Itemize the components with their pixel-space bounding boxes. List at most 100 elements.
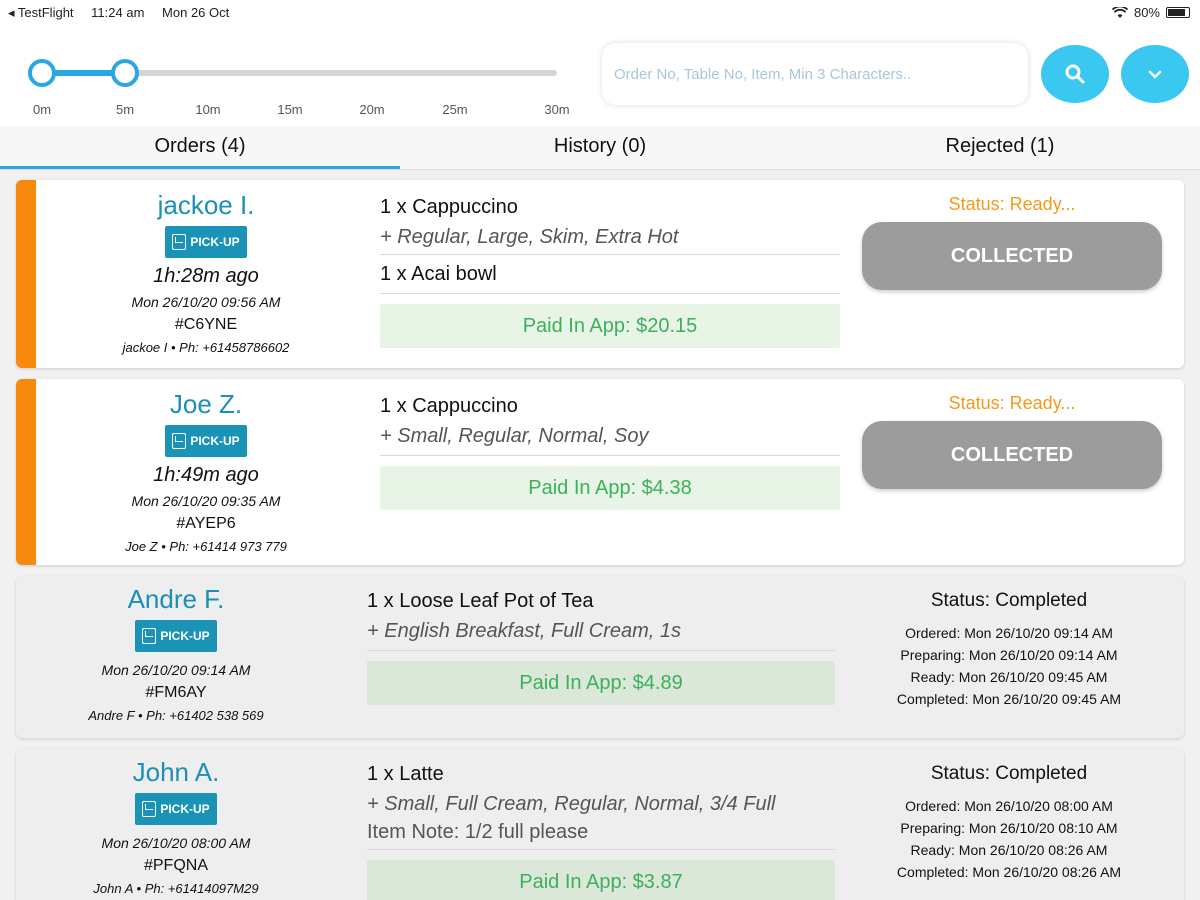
customer-info: Joe Z. PICK-UP 1h:49m ago Mon 26/10/20 0… — [56, 387, 356, 557]
order-items: 1 x Cappuccino + Regular, Large, Skim, E… — [380, 192, 840, 348]
battery-percent: 80% — [1133, 5, 1160, 20]
order-datetime: Mon 26/10/20 09:56 AM — [131, 294, 281, 310]
collected-button[interactable]: COLLECTED — [862, 222, 1162, 290]
order-status: Status: Completed Ordered: Mon 26/10/20 … — [859, 588, 1159, 710]
ios-status-bar: ◂ TestFlight 11:24 am Mon 26 Oct 80% — [0, 0, 1200, 26]
chevron-down-icon — [1148, 70, 1162, 79]
customer-name: Andre F. — [127, 584, 225, 614]
customer-info: Andre F. PICK-UP Mon 26/10/20 09:14 AM #… — [26, 582, 326, 726]
order-tabs: Orders (4) History (0) Rejected (1) — [0, 126, 1200, 170]
payment-summary: Paid In App: $4.38 — [380, 466, 840, 510]
order-code: #C6YNE — [174, 316, 238, 333]
payment-summary: Paid In App: $20.15 — [380, 304, 840, 348]
search-icon — [1065, 64, 1085, 84]
orders-list: jackoe I. PICK-UP 1h:28m ago Mon 26/10/2… — [0, 170, 1200, 900]
item-note: Item Note: 1/2 full please — [367, 821, 589, 843]
slider-tick-label: 0m — [32, 102, 52, 117]
search-button[interactable] — [1041, 45, 1109, 103]
status-text: Status: Ready... — [948, 194, 1076, 214]
customer-phone: jackoe I • Ph: +61458786602 — [122, 340, 290, 355]
slider-tick-label: 15m — [277, 102, 303, 117]
customer-name: jackoe I. — [157, 190, 255, 220]
status-text: Status: Completed — [930, 763, 1088, 784]
status-stripe — [16, 379, 36, 565]
timeline-entry: Preparing: Mon 26/10/20 08:10 AM — [900, 820, 1118, 836]
timeline-entry: Preparing: Mon 26/10/20 09:14 AM — [900, 647, 1118, 663]
order-card[interactable]: Andre F. PICK-UP Mon 26/10/20 09:14 AM #… — [16, 576, 1184, 738]
item-line: 1 x Loose Leaf Pot of Tea — [367, 590, 594, 612]
timeline-entry: Ordered: Mon 26/10/20 09:14 AM — [905, 625, 1113, 641]
wifi-icon — [1111, 6, 1128, 18]
status-text: Status: Completed — [930, 590, 1088, 611]
order-card[interactable]: John A. PICK-UP Mon 26/10/20 08:00 AM #P… — [16, 749, 1184, 900]
pickup-bag-icon — [172, 433, 187, 449]
order-card[interactable]: Joe Z. PICK-UP 1h:49m ago Mon 26/10/20 0… — [16, 379, 1184, 565]
customer-phone: Joe Z • Ph: +61414 973 779 — [125, 539, 287, 554]
tab-rejected[interactable]: Rejected (1) — [800, 126, 1200, 169]
tab-orders[interactable]: Orders (4) — [0, 126, 400, 169]
slider-tick-label: 10m — [195, 102, 221, 117]
order-datetime: Mon 26/10/20 09:35 AM — [131, 493, 281, 509]
slider-tick-label: 20m — [359, 102, 385, 117]
customer-name: Joe Z. — [169, 389, 243, 419]
filter-dropdown-button[interactable] — [1121, 45, 1189, 103]
timeline-entry: Completed: Mon 26/10/20 08:26 AM — [896, 864, 1122, 880]
pickup-badge: PICK-UP — [165, 425, 247, 457]
timeline-entry: Ordered: Mon 26/10/20 08:00 AM — [905, 798, 1113, 814]
pickup-bag-icon — [172, 234, 187, 250]
search-box — [602, 43, 1028, 105]
tab-history[interactable]: History (0) — [400, 126, 800, 169]
customer-phone: John A • Ph: +61414097M29 — [93, 881, 259, 896]
pickup-badge-label: PICK-UP — [190, 235, 240, 249]
item-divider — [380, 455, 840, 456]
pickup-badge: PICK-UP — [135, 620, 217, 652]
order-code: #FM6AY — [145, 684, 207, 701]
slider-tick-label: 30m — [544, 102, 570, 117]
timeline-entry: Completed: Mon 26/10/20 09:45 AM — [896, 691, 1122, 707]
customer-name: John A. — [132, 757, 220, 787]
back-to-testflight-link[interactable]: ◂ TestFlight — [8, 5, 74, 20]
item-line: 1 x Cappuccino — [380, 395, 518, 417]
status-timeline: Ordered: Mon 26/10/20 08:00 AM Preparing… — [859, 795, 1159, 883]
slider-tick-label: 25m — [442, 102, 468, 117]
item-modifiers: + English Breakfast, Full Cream, 1s — [367, 620, 682, 642]
item-divider — [367, 650, 835, 651]
item-line: 1 x Cappuccino — [380, 196, 518, 218]
order-code: #AYEP6 — [176, 515, 236, 532]
pickup-badge-label: PICK-UP — [160, 629, 210, 643]
order-datetime: Mon 26/10/20 08:00 AM — [101, 835, 251, 851]
order-status: Status: Completed Ordered: Mon 26/10/20 … — [859, 761, 1159, 883]
order-status: Status: Ready... COLLECTED — [862, 391, 1162, 489]
item-modifiers: + Regular, Large, Skim, Extra Hot — [380, 226, 679, 248]
order-card[interactable]: jackoe I. PICK-UP 1h:28m ago Mon 26/10/2… — [16, 180, 1184, 368]
search-input[interactable] — [602, 43, 1028, 105]
timeline-entry: Ready: Mon 26/10/20 08:26 AM — [910, 842, 1108, 858]
collected-button[interactable]: COLLECTED — [862, 421, 1162, 489]
filter-bar: 0m 5m 10m 15m 20m 25m 30m — [0, 26, 1200, 126]
order-status: Status: Ready... COLLECTED — [862, 192, 1162, 290]
order-items: 1 x Latte + Small, Full Cream, Regular, … — [367, 759, 835, 900]
pickup-bag-icon — [142, 801, 157, 817]
status-stripe — [16, 180, 36, 368]
item-divider — [380, 254, 840, 255]
customer-info: John A. PICK-UP Mon 26/10/20 08:00 AM #P… — [26, 755, 326, 899]
pickup-badge-label: PICK-UP — [160, 802, 210, 816]
order-items: 1 x Loose Leaf Pot of Tea + English Brea… — [367, 586, 835, 705]
status-text: Status: Ready... — [948, 393, 1076, 413]
pickup-badge: PICK-UP — [135, 793, 217, 825]
customer-info: jackoe I. PICK-UP 1h:28m ago Mon 26/10/2… — [56, 188, 356, 358]
status-time: 11:24 am — [91, 5, 145, 20]
order-items: 1 x Cappuccino + Small, Regular, Normal,… — [380, 391, 840, 510]
item-modifiers: + Small, Full Cream, Regular, Normal, 3/… — [367, 793, 776, 815]
item-divider — [367, 849, 835, 850]
customer-phone: Andre F • Ph: +61402 538 569 — [88, 708, 264, 723]
item-line: 1 x Acai bowl — [380, 263, 497, 285]
battery-icon — [1166, 7, 1190, 18]
slider-max-handle[interactable] — [111, 59, 139, 87]
slider-tick-label: 5m — [115, 102, 135, 117]
item-line: 1 x Latte — [367, 763, 444, 785]
order-code: #PFQNA — [143, 857, 208, 874]
order-age: 1h:28m ago — [153, 265, 259, 287]
order-datetime: Mon 26/10/20 09:14 AM — [101, 662, 251, 678]
slider-min-handle[interactable] — [28, 59, 56, 87]
